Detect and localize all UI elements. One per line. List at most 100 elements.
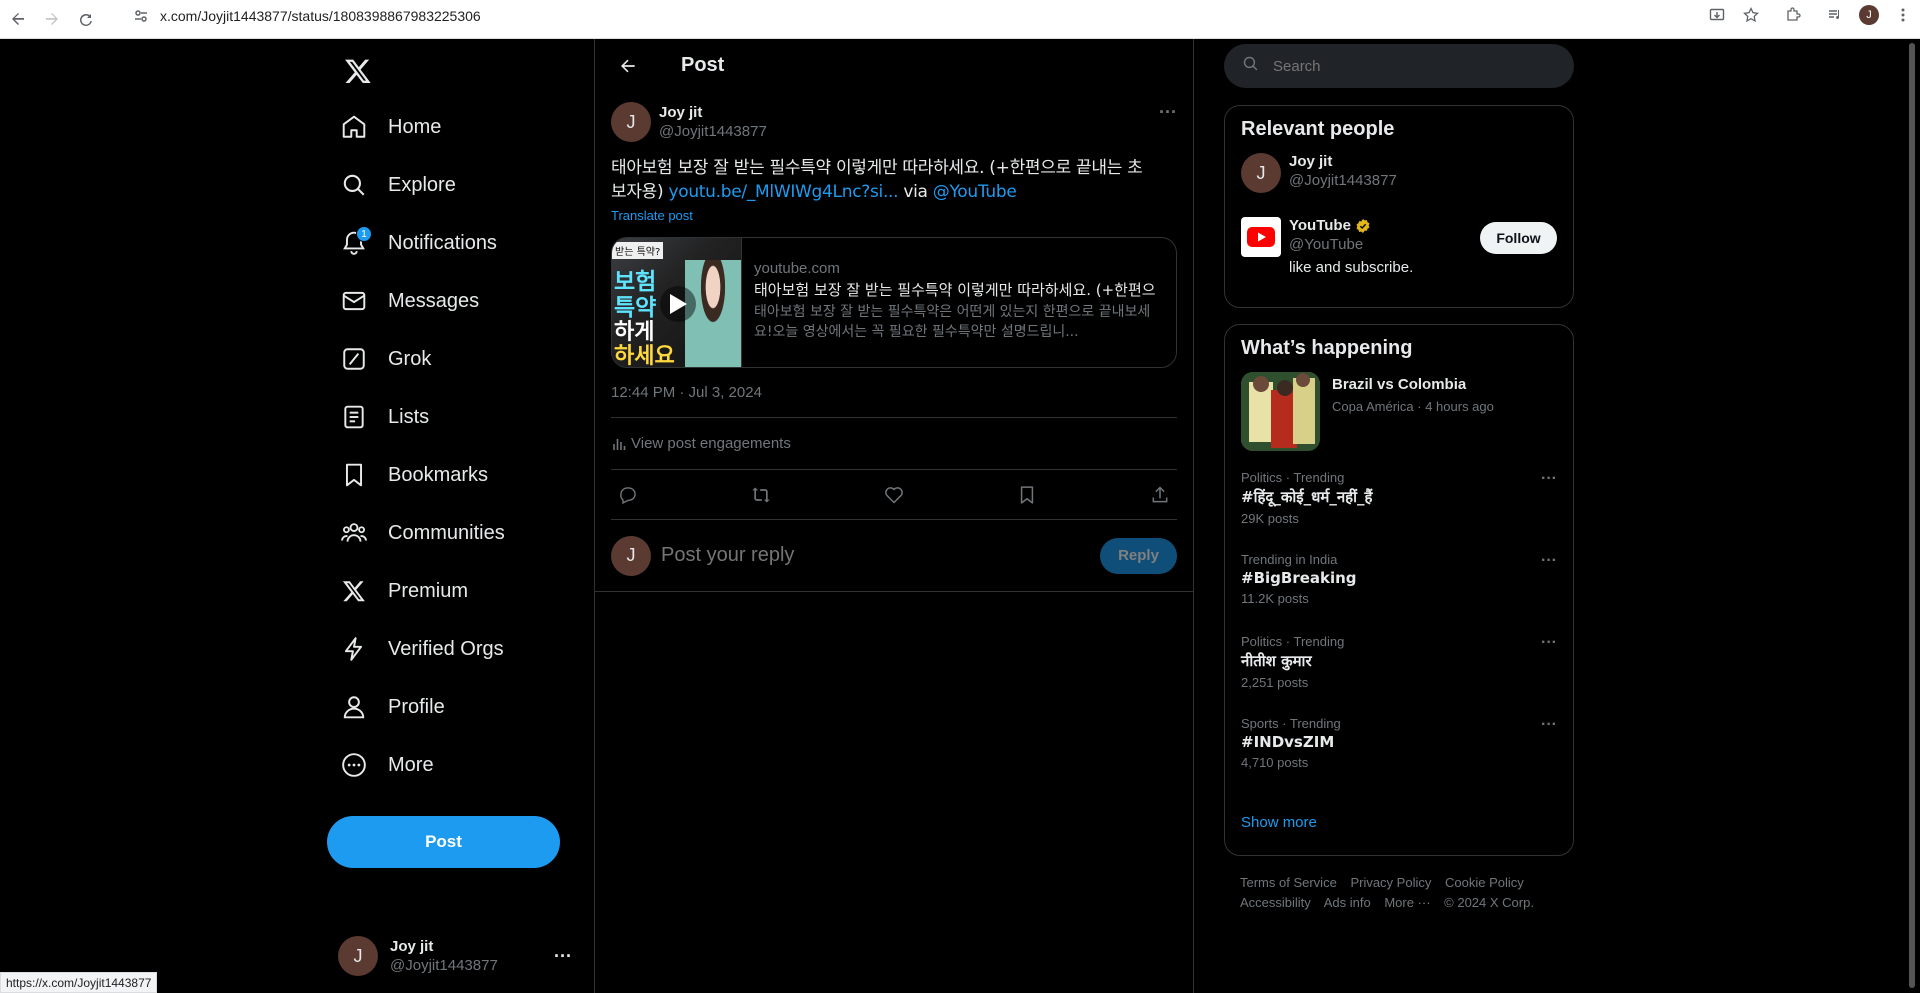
page-scrollbar[interactable] bbox=[1904, 39, 1920, 993]
reply-input[interactable] bbox=[661, 544, 1100, 567]
video-thumbnail[interactable]: 받는 특약? 보험 특약 하게 하세요 bbox=[612, 238, 742, 367]
bell-icon: 1 bbox=[340, 226, 372, 257]
footer-link[interactable]: Terms of Service bbox=[1240, 875, 1337, 890]
repost-icon[interactable] bbox=[746, 480, 776, 510]
nav-home[interactable]: Home bbox=[328, 102, 453, 152]
link-card[interactable]: 받는 특약? 보험 특약 하게 하세요 youtube.com 태아보험 보장 … bbox=[611, 237, 1177, 368]
trend-category: Trending in India bbox=[1241, 552, 1338, 567]
nav-profile[interactable]: Profile bbox=[328, 682, 457, 732]
view-engagements-link[interactable]: View post engagements bbox=[611, 418, 1177, 470]
nav-premium[interactable]: Premium bbox=[328, 566, 480, 616]
youtube-logo-icon bbox=[1241, 217, 1281, 257]
person-youtube[interactable]: YouTube @YouTube like and subscribe. Fol… bbox=[1225, 217, 1573, 281]
nav-grok[interactable]: Grok bbox=[328, 334, 443, 384]
chrome-menu-icon[interactable] bbox=[1886, 0, 1920, 30]
nav-notifications[interactable]: 1 Notifications bbox=[328, 218, 509, 268]
notification-badge: 1 bbox=[356, 226, 372, 242]
bookmark-star-icon[interactable] bbox=[1734, 0, 1768, 30]
footer-link[interactable]: Privacy Policy bbox=[1350, 875, 1431, 890]
back-icon[interactable] bbox=[2, 4, 34, 34]
more-dots-icon[interactable]: ··· bbox=[1541, 470, 1557, 488]
nav-verified-orgs[interactable]: Verified Orgs bbox=[328, 624, 516, 674]
reload-icon[interactable] bbox=[70, 4, 102, 34]
engagements-label: View post engagements bbox=[631, 435, 791, 452]
translate-post-link[interactable]: Translate post bbox=[611, 208, 1177, 223]
account-switcher[interactable]: J Joy jit @Joyjit1443877 ··· bbox=[328, 924, 582, 988]
post-timestamp[interactable]: 12:44 PM · Jul 3, 2024 bbox=[611, 384, 1177, 418]
nav-messages[interactable]: Messages bbox=[328, 276, 491, 326]
author-handle[interactable]: @Joyjit1443877 bbox=[659, 123, 767, 140]
share-icon[interactable] bbox=[1145, 480, 1175, 510]
nav-bookmarks[interactable]: Bookmarks bbox=[328, 450, 500, 500]
trend-item[interactable]: Politics · Trending #हिंदू_कोई_धर्म_नहीं… bbox=[1225, 470, 1573, 552]
whats-happening-panel: What’s happening Brazil vs Colombia Copa… bbox=[1224, 324, 1574, 856]
mention-link[interactable]: @YouTube bbox=[933, 182, 1017, 202]
nav-communities[interactable]: Communities bbox=[328, 508, 517, 558]
address-bar[interactable]: x.com/Joyjit1443877/status/1808398867983… bbox=[124, 3, 1704, 28]
mail-icon bbox=[340, 287, 368, 315]
trend-name: नीतीश कुमार bbox=[1241, 652, 1312, 670]
x-logo-icon bbox=[340, 577, 368, 605]
main-column: Post J Joy jit @Joyjit1443877 ··· 태아보험 보… bbox=[594, 39, 1194, 993]
more-dots-icon[interactable]: ··· bbox=[554, 946, 572, 967]
install-app-icon[interactable] bbox=[1700, 0, 1734, 30]
nav-label: Verified Orgs bbox=[388, 637, 504, 660]
trend-item[interactable]: Sports · Trending #INDvsZIM 4,710 posts … bbox=[1225, 716, 1573, 798]
site-settings-icon[interactable] bbox=[132, 7, 150, 25]
back-arrow-icon[interactable] bbox=[611, 49, 645, 83]
card-description: 태아보험 보장 잘 받는 필수특약은 어떤게 있는지 한편으로 끝내보세요!오늘… bbox=[754, 304, 1151, 340]
card-title: 태아보험 보장 잘 받는 필수특약 이렇게만 따라하세요. (+한편으 bbox=[754, 281, 1156, 299]
person-joyjit[interactable]: J Joy jit @Joyjit1443877 bbox=[1225, 153, 1573, 217]
forward-icon[interactable] bbox=[36, 4, 68, 34]
nav-more[interactable]: More bbox=[328, 740, 446, 790]
trend-category: Politics · Trending bbox=[1241, 470, 1345, 485]
thumbnail-person bbox=[685, 260, 741, 367]
reply-button[interactable]: Reply bbox=[1100, 537, 1177, 574]
verified-badge-icon bbox=[1355, 218, 1371, 234]
avatar[interactable]: J bbox=[611, 102, 651, 142]
reply-icon[interactable] bbox=[613, 480, 643, 510]
trend-category: Sports · Trending bbox=[1241, 716, 1341, 731]
footer-link[interactable]: Cookie Policy bbox=[1445, 875, 1524, 890]
footer-link[interactable]: Ads info bbox=[1324, 895, 1371, 910]
footer-link[interactable]: Accessibility bbox=[1240, 895, 1311, 910]
follow-button[interactable]: Follow bbox=[1480, 222, 1557, 254]
tweet-link[interactable]: youtu.be/_MlWIWg4Lnc?si... bbox=[668, 182, 898, 202]
footer-link[interactable]: More ··· bbox=[1384, 895, 1430, 910]
media-control-icon[interactable] bbox=[1818, 0, 1852, 30]
nav-label: Notifications bbox=[388, 231, 497, 254]
x-logo-icon[interactable] bbox=[336, 49, 380, 93]
trend-name: #INDvsZIM bbox=[1241, 733, 1335, 751]
show-more-link[interactable]: Show more bbox=[1225, 798, 1573, 846]
featured-trend[interactable]: Brazil vs Colombia Copa América · 4 hour… bbox=[1225, 372, 1573, 470]
play-icon[interactable] bbox=[660, 286, 696, 322]
more-dots-icon[interactable]: ··· bbox=[1541, 634, 1557, 652]
trend-item[interactable]: Politics · Trending नीतीश कुमार 2,251 po… bbox=[1225, 634, 1573, 716]
nav-explore[interactable]: Explore bbox=[328, 160, 468, 210]
analytics-icon bbox=[611, 436, 627, 452]
tweet: J Joy jit @Joyjit1443877 ··· 태아보험 보장 잘 받… bbox=[595, 102, 1193, 592]
trend-meta: Copa América · 4 hours ago bbox=[1332, 399, 1494, 414]
bookmark-icon[interactable] bbox=[1012, 480, 1042, 510]
like-heart-icon[interactable] bbox=[879, 480, 909, 510]
panel-title: Relevant people bbox=[1241, 118, 1395, 140]
nav-label: Explore bbox=[388, 173, 456, 196]
post-button[interactable]: Post bbox=[327, 816, 560, 868]
more-dots-icon[interactable]: ··· bbox=[1541, 552, 1557, 570]
tweet-text-line1: 태아보험 보장 잘 받는 필수특약 이렇게만 따라하세요. (+한편으로 끝내는… bbox=[611, 158, 1143, 178]
footer-links: Terms of Service Privacy Policy Cookie P… bbox=[1240, 873, 1570, 913]
search-input[interactable] bbox=[1273, 57, 1472, 75]
extensions-icon[interactable] bbox=[1776, 0, 1810, 30]
search-icon bbox=[340, 171, 368, 199]
search-icon bbox=[1242, 55, 1259, 77]
profile-avatar[interactable]: J bbox=[1852, 0, 1886, 30]
nav-lists[interactable]: Lists bbox=[328, 392, 441, 442]
search-box[interactable] bbox=[1224, 44, 1574, 88]
trend-item[interactable]: Trending in India #BigBreaking 11.2K pos… bbox=[1225, 552, 1573, 634]
more-dots-icon[interactable]: ··· bbox=[1541, 716, 1557, 734]
card-domain: youtube.com bbox=[754, 260, 840, 277]
more-dots-icon[interactable]: ··· bbox=[1159, 102, 1177, 123]
grok-icon bbox=[340, 345, 368, 373]
author-name[interactable]: Joy jit bbox=[659, 104, 767, 121]
trend-posts: 4,710 posts bbox=[1241, 755, 1309, 770]
